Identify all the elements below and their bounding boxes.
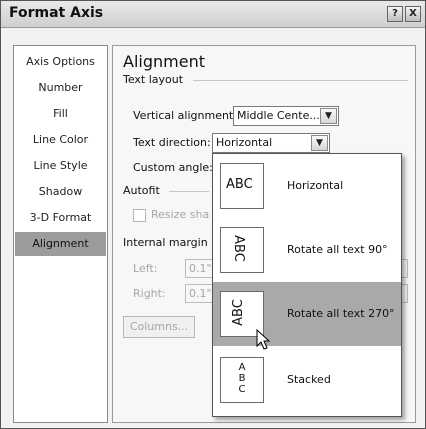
vertical-alignment-label: Vertical alignment: — [133, 109, 237, 122]
category-list: Axis Options Number Fill Line Color Line… — [13, 45, 108, 423]
preview-text: ABC — [230, 299, 246, 326]
option-rotate-90[interactable]: ABC Rotate all text 90° — [213, 218, 401, 282]
left-margin-label: Left: — [133, 262, 158, 275]
right-margin-label: Right: — [133, 287, 166, 300]
sidebar-item-3d-format[interactable]: 3-D Format — [15, 206, 106, 230]
left-margin-input[interactable]: 0.1" — [185, 259, 213, 278]
sidebar-item-alignment[interactable]: Alignment — [15, 232, 106, 256]
stacked-preview: A B C — [220, 357, 264, 403]
divider — [169, 191, 209, 192]
dialog-title: Format Axis — [9, 5, 104, 21]
internal-margin-group-label: Internal margin — [123, 236, 208, 249]
horizontal-preview: ABC — [220, 163, 264, 209]
chevron-down-icon[interactable]: ▼ — [311, 135, 328, 151]
columns-button[interactable]: Columns... — [123, 316, 195, 338]
right-margin-value: 0.1" — [189, 287, 212, 300]
sidebar-item-line-style[interactable]: Line Style — [15, 154, 106, 178]
option-stacked[interactable]: A B C Stacked — [213, 348, 401, 412]
option-label: Rotate all text 270° — [287, 307, 395, 320]
preview-text: ABC — [230, 235, 246, 262]
rotate-90-preview: ABC — [220, 227, 264, 273]
sidebar-item-shadow[interactable]: Shadow — [15, 180, 106, 204]
help-icon[interactable]: ? — [387, 6, 403, 22]
stacked-letter: B — [238, 373, 246, 384]
autofit-group-label: Autofit — [123, 184, 160, 197]
vertical-alignment-value: Middle Cente... — [237, 109, 320, 122]
option-rotate-270[interactable]: ABC Rotate all text 270° — [213, 282, 401, 346]
option-label: Horizontal — [287, 179, 344, 192]
divider — [193, 80, 408, 81]
right-margin-input[interactable]: 0.1" — [185, 284, 213, 303]
option-label: Rotate all text 90° — [287, 243, 388, 256]
sidebar-item-number[interactable]: Number — [15, 76, 106, 100]
option-label: Stacked — [287, 373, 331, 386]
resize-shape-checkbox[interactable] — [133, 209, 146, 222]
text-direction-value: Horizontal — [216, 136, 273, 149]
stacked-letter: A — [238, 362, 246, 373]
vertical-alignment-select[interactable]: Middle Cente... ▼ — [233, 106, 339, 126]
sidebar-item-axis-options[interactable]: Axis Options — [15, 50, 106, 74]
mouse-pointer-icon — [256, 329, 271, 350]
option-horizontal[interactable]: ABC Horizontal — [213, 154, 401, 218]
text-direction-label: Text direction: — [133, 136, 211, 149]
left-margin-value: 0.1" — [189, 262, 212, 275]
chevron-down-icon[interactable]: ▼ — [320, 108, 337, 124]
panel-heading: Alignment — [123, 52, 205, 71]
stacked-letter: C — [238, 384, 246, 395]
text-direction-select[interactable]: Horizontal ▼ — [212, 133, 330, 153]
text-layout-group-label: Text layout — [123, 73, 184, 86]
format-axis-dialog: Format Axis ? X Axis Options Number Fill… — [0, 0, 426, 429]
title-bar[interactable]: Format Axis ? X — [1, 1, 425, 28]
resize-shape-label: Resize sha — [151, 208, 210, 221]
sidebar-item-fill[interactable]: Fill — [15, 102, 106, 126]
close-icon[interactable]: X — [405, 6, 421, 22]
stacked-letters: A B C — [221, 362, 263, 395]
custom-angle-label: Custom angle: — [133, 161, 213, 174]
sidebar-item-line-color[interactable]: Line Color — [15, 128, 106, 152]
preview-text: ABC — [226, 177, 253, 192]
text-direction-dropdown-list: ABC Horizontal ABC Rotate all text 90° A… — [212, 153, 402, 417]
